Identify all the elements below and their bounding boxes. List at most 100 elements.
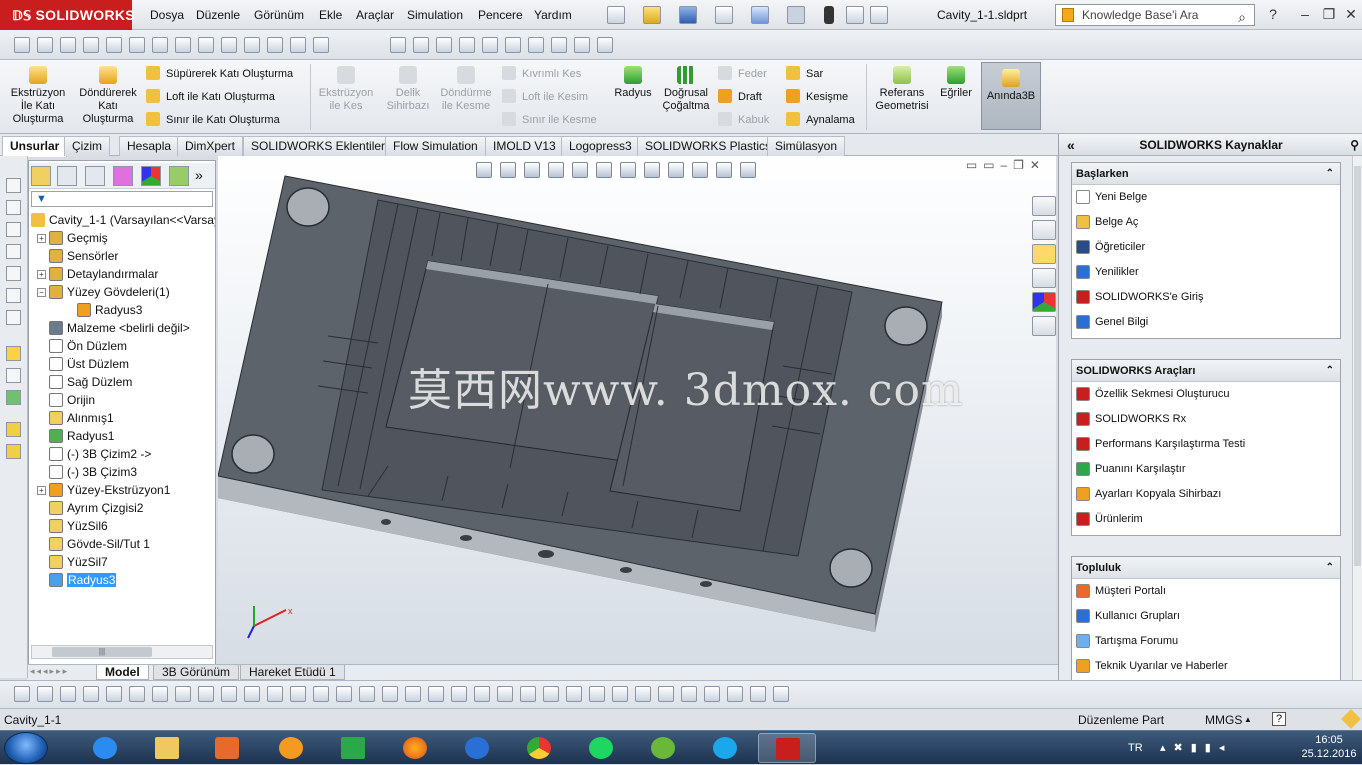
tree-item[interactable]: Ön Düzlem (37, 337, 127, 355)
tab-3d-views[interactable]: 3B Görünüm (153, 665, 240, 680)
swept-cut-button[interactable]: Kıvrımlı Kes (502, 63, 581, 86)
selection-filter-icon[interactable] (336, 686, 352, 702)
tree-item[interactable]: Sağ Düzlem (37, 373, 132, 391)
tree-item[interactable]: Radyus1 (37, 427, 114, 445)
plastics-icon[interactable] (169, 166, 189, 186)
selection-filter-icon[interactable] (313, 686, 329, 702)
selection-filter-icon[interactable] (221, 686, 237, 702)
expand-icon[interactable]: + (37, 270, 46, 279)
tab-simulation[interactable]: Simülasyon (767, 136, 846, 156)
tree-item[interactable]: + Yüzey-Ekstrüzyon1 (37, 481, 170, 499)
menu-insert[interactable]: Ekle (319, 0, 342, 30)
selection-filter-icon[interactable] (359, 686, 375, 702)
tree-item[interactable]: Malzeme <belirli değil> (37, 319, 190, 337)
menu-file[interactable]: Dosya (150, 0, 184, 30)
tab-sketch[interactable]: Çizim (64, 136, 110, 156)
resources-scrollbar[interactable] (1352, 156, 1362, 680)
resource-link[interactable]: Kullanıcı Grupları (1072, 604, 1340, 629)
solidworks-logo[interactable]: 𝔻𝕊 SOLIDWORKS (0, 0, 135, 30)
extrude-cut-button[interactable]: Ekstrüzyon ile Kes (314, 60, 378, 113)
linear-pattern-button[interactable]: Doğrusal Çoğaltma (656, 60, 716, 113)
tray-language[interactable]: TR (1128, 731, 1143, 765)
strip-tool-icon[interactable] (6, 444, 21, 459)
selection-filter-icon[interactable] (750, 686, 766, 702)
taskbar-solidworks[interactable] (758, 733, 816, 763)
home-icon[interactable] (1032, 196, 1056, 216)
resource-link[interactable]: Ürünlerim (1072, 507, 1340, 532)
tree-item[interactable]: Alınmış1 (37, 409, 114, 427)
design-library-icon[interactable] (1032, 220, 1056, 240)
selection-filter-icon[interactable] (267, 686, 283, 702)
resource-link[interactable]: Yeni Belge (1072, 185, 1340, 210)
view-orientation-icon[interactable] (528, 37, 544, 53)
selection-filter-icon[interactable] (635, 686, 651, 702)
taskbar-chrome[interactable] (510, 733, 568, 763)
taskbar-teamviewer[interactable] (448, 733, 506, 763)
units-selector[interactable]: MMGS (1205, 709, 1242, 731)
view-tool-icon[interactable] (83, 37, 99, 53)
custom-properties-icon[interactable] (1032, 316, 1056, 336)
menu-help[interactable]: Yardım (534, 0, 572, 30)
file-explorer-icon[interactable] (1032, 244, 1056, 264)
view-tool-icon[interactable] (60, 37, 76, 53)
tree-item[interactable]: Üst Düzlem (37, 355, 129, 373)
selection-filter-icon[interactable] (612, 686, 628, 702)
draft-button[interactable]: Draft (718, 86, 762, 109)
resource-group-header[interactable]: Başlarken ⌃ (1072, 163, 1340, 185)
tree-item[interactable]: YüzSil7 (37, 553, 108, 571)
expand-icon[interactable]: + (37, 234, 46, 243)
selection-filter-icon[interactable] (83, 686, 99, 702)
view-tool-icon[interactable] (313, 37, 329, 53)
taskbar-skype[interactable] (696, 733, 754, 763)
view-tool-icon[interactable] (267, 37, 283, 53)
view-orientation-icon[interactable] (459, 37, 475, 53)
tab-imold[interactable]: IMOLD V13 (485, 136, 564, 156)
scroll-thumb[interactable] (1354, 166, 1361, 566)
display-manager-icon[interactable] (141, 166, 161, 186)
tray-icons[interactable]: ▴✖▮▮◂ (1160, 731, 1232, 765)
tree-root-part[interactable]: Cavity_1-1 (Varsayılan<<Varsay (31, 211, 215, 229)
help-icon[interactable]: ? (1262, 4, 1284, 24)
start-button[interactable] (4, 732, 48, 764)
file-properties-icon[interactable] (846, 6, 864, 24)
taskbar-internet-explorer[interactable] (76, 733, 134, 763)
strip-tool-icon[interactable] (6, 244, 21, 259)
selection-filter-icon[interactable] (520, 686, 536, 702)
tree-item[interactable]: Radyus3 (37, 571, 117, 589)
selection-filter-icon[interactable] (244, 686, 260, 702)
boundary-cut-button[interactable]: Sınır ile Kesme (502, 109, 597, 132)
resource-link[interactable]: SOLIDWORKS'e Giriş (1072, 285, 1340, 310)
tree-item[interactable]: Orijin (37, 391, 95, 409)
reference-geometry-button[interactable]: Referans Geometrisi (870, 60, 934, 113)
dimxpert-icon[interactable] (113, 166, 133, 186)
menu-edit[interactable]: Düzenle (196, 0, 240, 30)
selection-filter-icon[interactable] (175, 686, 191, 702)
resource-link[interactable]: Özellik Sekmesi Oluşturucu (1072, 382, 1340, 407)
resource-link[interactable]: Genel Bilgi (1072, 310, 1340, 335)
loft-boss-button[interactable]: Loft ile Katı Oluşturma (146, 86, 275, 109)
restore-button[interactable]: ❐ (1318, 4, 1340, 24)
scroll-thumb[interactable]: ||| (52, 647, 152, 657)
selection-filter-icon[interactable] (589, 686, 605, 702)
view-tool-icon[interactable] (106, 37, 122, 53)
configuration-manager-icon[interactable] (85, 166, 105, 186)
selection-filter-icon[interactable] (773, 686, 789, 702)
selection-filter-icon[interactable] (106, 686, 122, 702)
resource-link[interactable]: Teknik Uyarılar ve Haberler (1072, 654, 1340, 679)
strip-tool-icon[interactable] (6, 222, 21, 237)
strip-tool-icon[interactable] (6, 266, 21, 281)
view-tool-icon[interactable] (129, 37, 145, 53)
view-tool-icon[interactable] (244, 37, 260, 53)
taskbar-download-app[interactable] (324, 733, 382, 763)
resource-link[interactable]: Müşteri Portalı (1072, 579, 1340, 604)
resource-link[interactable]: Belge Aç (1072, 210, 1340, 235)
selection-filter-icon[interactable] (497, 686, 513, 702)
tab-features[interactable]: Unsurlar (2, 136, 68, 157)
boundary-boss-button[interactable]: Sınır ile Katı Oluşturma (146, 109, 280, 132)
selection-filter-icon[interactable] (474, 686, 490, 702)
collapse-panel-icon[interactable]: « (1067, 134, 1075, 156)
menu-window[interactable]: Pencere (478, 0, 523, 30)
resource-group-header[interactable]: Topluluk ⌃ (1072, 557, 1340, 579)
menu-view[interactable]: Görünüm (254, 0, 304, 30)
view-orientation-icon[interactable] (505, 37, 521, 53)
